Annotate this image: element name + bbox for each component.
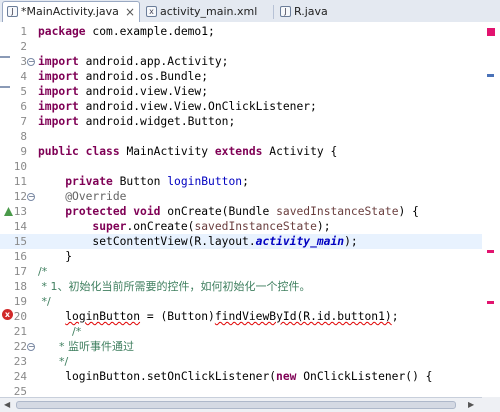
code-text[interactable]: } bbox=[38, 249, 72, 264]
error-marker-icon[interactable]: x bbox=[2, 309, 13, 320]
line-number: 23 bbox=[13, 355, 27, 368]
code-text[interactable]: import android.os.Bundle; bbox=[38, 69, 208, 84]
line-number: 8 bbox=[20, 130, 27, 143]
code-line[interactable]: 1 package com.example.demo1; bbox=[0, 24, 500, 39]
java-file-icon: J bbox=[7, 6, 18, 17]
code-line[interactable]: 11 private Button loginButton; bbox=[0, 174, 500, 189]
override-marker-icon[interactable] bbox=[4, 207, 13, 216]
ruler-error-mark[interactable] bbox=[487, 250, 494, 253]
code-text[interactable]: */ bbox=[38, 354, 68, 369]
scroll-corner bbox=[482, 397, 500, 412]
code-line[interactable]: 24 loginButton.setOnClickListener(new On… bbox=[0, 369, 500, 384]
ruler-occurrence-mark[interactable] bbox=[487, 74, 494, 77]
line-number: 24 bbox=[13, 370, 27, 383]
code-text[interactable]: /* bbox=[38, 264, 47, 279]
tab-activity-main-xml[interactable]: x activity_main.xml bbox=[142, 2, 274, 21]
code-line[interactable]: 7 import android.widget.Button; bbox=[0, 114, 500, 129]
tab-label: R.java bbox=[294, 5, 328, 18]
line-number: 14 bbox=[13, 220, 27, 233]
code-line[interactable]: 8 bbox=[0, 129, 500, 144]
code-line[interactable]: 14 super.onCreate(savedInstanceState); bbox=[0, 219, 500, 234]
eclipse-editor-window: J *MainActivity.java × x activity_main.x… bbox=[0, 0, 500, 412]
code-text[interactable]: * 监听事件通过 bbox=[38, 339, 134, 354]
tab-separator bbox=[273, 5, 274, 19]
java-file-icon: J bbox=[280, 6, 291, 17]
code-text[interactable]: */ bbox=[38, 294, 50, 309]
code-text[interactable]: loginButton = (Button)findViewById(R.id.… bbox=[38, 309, 398, 324]
occurrence-mark bbox=[0, 56, 10, 58]
tab-mainactivity-java[interactable]: J *MainActivity.java × bbox=[2, 1, 140, 22]
occurrence-mark bbox=[0, 86, 10, 88]
code-line[interactable]: 15 setContentView(R.layout.activity_main… bbox=[0, 234, 500, 249]
code-text[interactable]: setContentView(R.layout.activity_main); bbox=[38, 234, 357, 249]
code-line[interactable]: 10 bbox=[0, 159, 500, 174]
tab-r-java[interactable]: J R.java bbox=[276, 2, 346, 21]
code-line[interactable]: 12 @Override bbox=[0, 189, 500, 204]
code-text[interactable]: import android.app.Activity; bbox=[38, 54, 228, 69]
overview-ruler[interactable] bbox=[482, 22, 500, 397]
code-line[interactable]: 9 public class MainActivity extends Activ… bbox=[0, 144, 500, 159]
scroll-left-icon[interactable]: ◀ bbox=[4, 400, 10, 409]
line-number: 19 bbox=[13, 295, 27, 308]
code-text[interactable]: loginButton.setOnClickListener(new OnCli… bbox=[38, 369, 432, 384]
code-line[interactable]: 3 import android.app.Activity; bbox=[0, 54, 500, 69]
code-line[interactable]: 17 /* bbox=[0, 264, 500, 279]
code-line[interactable]: 16 } bbox=[0, 249, 500, 264]
scroll-right-icon[interactable]: ▶ bbox=[468, 400, 474, 409]
scrollbar-thumb[interactable] bbox=[16, 401, 456, 409]
code-line[interactable]: 20 loginButton = (Button)findViewById(R.… bbox=[0, 309, 500, 324]
line-number: 17 bbox=[13, 265, 27, 278]
line-number: 2 bbox=[20, 40, 27, 53]
code-line[interactable]: 2 bbox=[0, 39, 500, 54]
line-number: 22 bbox=[13, 340, 27, 353]
code-text[interactable]: package com.example.demo1; bbox=[38, 24, 215, 39]
code-line[interactable]: 22 * 监听事件通过 bbox=[0, 339, 500, 354]
tab-label: *MainActivity.java bbox=[21, 5, 119, 18]
code-text[interactable]: /* bbox=[38, 324, 81, 339]
line-number: 18 bbox=[13, 280, 27, 293]
fold-toggle-oncreate-icon[interactable]: − bbox=[27, 193, 35, 201]
code-line[interactable]: 5 import android.view.View; bbox=[0, 84, 500, 99]
code-text[interactable]: import android.view.View.OnClickListener… bbox=[38, 99, 317, 114]
code-text[interactable]: import android.widget.Button; bbox=[38, 114, 235, 129]
line-number: 21 bbox=[13, 325, 27, 338]
line-number: 16 bbox=[13, 250, 27, 263]
code-text[interactable]: protected void onCreate(Bundle savedInst… bbox=[38, 204, 419, 219]
code-line[interactable]: 6 import android.view.View.OnClickListene… bbox=[0, 99, 500, 114]
line-number: 12 bbox=[13, 190, 27, 203]
code-line[interactable]: 21 /* bbox=[0, 324, 500, 339]
line-number: 1 bbox=[20, 25, 27, 38]
code-text[interactable]: super.onCreate(savedInstanceState); bbox=[38, 219, 330, 234]
line-number: 15 bbox=[13, 235, 27, 248]
code-text[interactable]: * 1、初始化当前所需要的控件，如何初始化一个控件。 bbox=[38, 279, 310, 294]
line-number: 11 bbox=[13, 175, 27, 188]
code-text[interactable]: public class MainActivity extends Activi… bbox=[38, 144, 337, 159]
code-line[interactable]: 4 import android.os.Bundle; bbox=[0, 69, 500, 84]
tab-label: activity_main.xml bbox=[160, 5, 258, 18]
editor-tab-bar: J *MainActivity.java × x activity_main.x… bbox=[0, 0, 500, 23]
code-line[interactable]: 18 * 1、初始化当前所需要的控件，如何初始化一个控件。 bbox=[0, 279, 500, 294]
code-line[interactable]: 23 */ bbox=[0, 354, 500, 369]
fold-toggle-imports-icon[interactable]: − bbox=[27, 58, 35, 66]
code-editor[interactable]: 1 package com.example.demo1; 2 3 import andr… bbox=[0, 22, 500, 412]
code-text[interactable]: import android.view.View; bbox=[38, 84, 208, 99]
code-text[interactable]: @Override bbox=[38, 189, 126, 204]
error-summary-icon[interactable] bbox=[487, 28, 495, 36]
line-number: 4 bbox=[20, 70, 27, 83]
code-text[interactable]: private Button loginButton; bbox=[38, 174, 249, 189]
xml-file-icon: x bbox=[146, 6, 157, 17]
fold-toggle-comment-icon[interactable]: − bbox=[27, 343, 35, 351]
line-number: 6 bbox=[20, 100, 27, 113]
line-number: 7 bbox=[20, 115, 27, 128]
code-line[interactable]: 19 */ bbox=[0, 294, 500, 309]
code-line[interactable]: 13 protected void onCreate(Bundle savedI… bbox=[0, 204, 500, 219]
line-number: 9 bbox=[20, 145, 27, 158]
ruler-error-mark[interactable] bbox=[487, 301, 494, 304]
line-number: 10 bbox=[13, 160, 27, 173]
close-tab-icon[interactable]: × bbox=[125, 2, 135, 22]
horizontal-scrollbar[interactable]: ◀ ▶ bbox=[0, 397, 482, 412]
